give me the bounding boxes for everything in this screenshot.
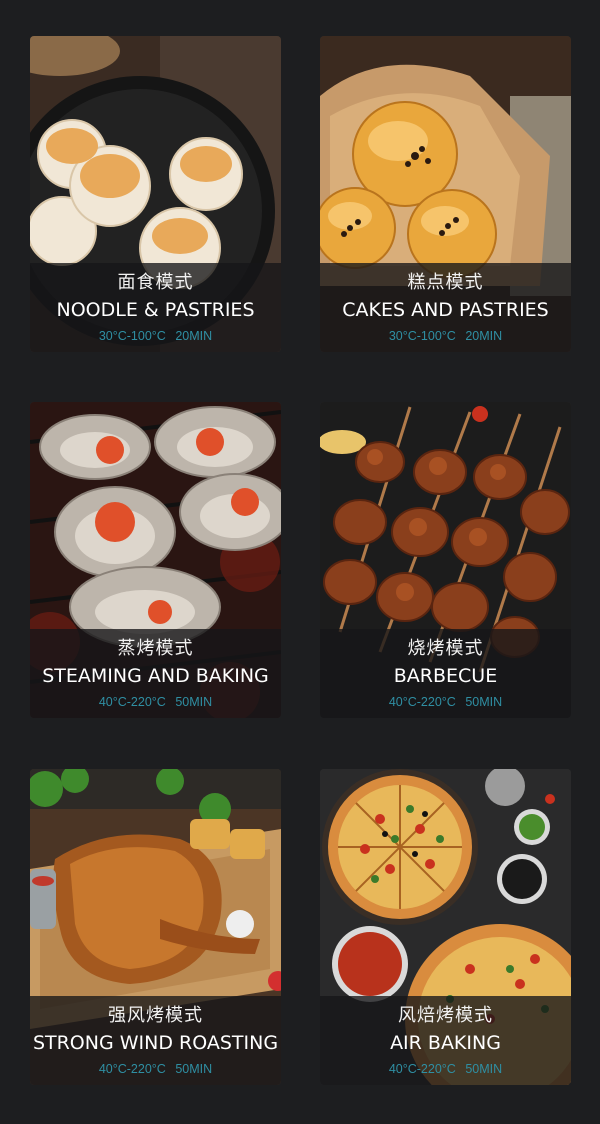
mode-time: 50MIN <box>175 1062 213 1076</box>
mode-name-cn: 烧烤模式 <box>407 638 484 659</box>
mode-card-roasting[interactable]: 强风烤模式 STRONG WIND ROASTING 40°C-220°C 50… <box>30 769 281 1085</box>
mode-spec: 30°C-100°C 20MIN <box>30 328 281 344</box>
mode-name-en: CAKES AND PASTRIES <box>342 299 549 321</box>
mode-time: 50MIN <box>465 1062 503 1076</box>
mode-caption: 糕点模式 CAKES AND PASTRIES 30°C-100°C 20MIN <box>320 263 571 352</box>
mode-name-en: AIR BAKING <box>390 1032 501 1054</box>
mode-time: 20MIN <box>465 329 503 343</box>
mode-caption: 烧烤模式 BARBECUE 40°C-220°C 50MIN <box>320 629 571 718</box>
mode-temperature: 30°C-100°C <box>388 329 456 343</box>
mode-name-cn: 强风烤模式 <box>108 1005 203 1026</box>
mode-temperature: 40°C-220°C <box>98 695 166 709</box>
mode-caption: 面食模式 NOODLE & PASTRIES 30°C-100°C 20MIN <box>30 263 281 352</box>
mode-temperature: 40°C-220°C <box>388 695 456 709</box>
mode-name-cn: 面食模式 <box>117 272 194 293</box>
mode-name-en: NOODLE & PASTRIES <box>56 299 255 321</box>
mode-caption: 蒸烤模式 STEAMING AND BAKING 40°C-220°C 50MI… <box>30 629 281 718</box>
mode-name-cn: 糕点模式 <box>407 272 484 293</box>
mode-card-cakes[interactable]: 糕点模式 CAKES AND PASTRIES 30°C-100°C 20MIN <box>320 36 571 352</box>
mode-card-airbaking[interactable]: 风焙烤模式 AIR BAKING 40°C-220°C 50MIN <box>320 769 571 1085</box>
mode-time: 50MIN <box>465 695 503 709</box>
mode-name-en: BARBECUE <box>393 665 498 687</box>
mode-spec: 40°C-220°C 50MIN <box>30 1061 281 1077</box>
mode-card-steaming[interactable]: 蒸烤模式 STEAMING AND BAKING 40°C-220°C 50MI… <box>30 402 281 718</box>
mode-temperature: 40°C-220°C <box>388 1062 456 1076</box>
mode-name-en: STRONG WIND ROASTING <box>32 1032 279 1054</box>
mode-temperature: 40°C-220°C <box>98 1062 166 1076</box>
mode-card-noodle[interactable]: 面食模式 NOODLE & PASTRIES 30°C-100°C 20MIN <box>30 36 281 352</box>
mode-name-cn: 风焙烤模式 <box>398 1005 493 1026</box>
mode-spec: 40°C-220°C 50MIN <box>320 1061 571 1077</box>
mode-caption: 强风烤模式 STRONG WIND ROASTING 40°C-220°C 50… <box>30 996 281 1085</box>
mode-spec: 30°C-100°C 20MIN <box>320 328 571 344</box>
mode-time: 50MIN <box>175 695 213 709</box>
mode-card-barbecue[interactable]: 烧烤模式 BARBECUE 40°C-220°C 50MIN <box>320 402 571 718</box>
mode-name-cn: 蒸烤模式 <box>117 638 194 659</box>
mode-time: 20MIN <box>175 329 213 343</box>
mode-spec: 40°C-220°C 50MIN <box>320 694 571 710</box>
mode-temperature: 30°C-100°C <box>98 329 166 343</box>
mode-spec: 40°C-220°C 50MIN <box>30 694 281 710</box>
mode-name-en: STEAMING AND BAKING <box>42 665 269 687</box>
mode-caption: 风焙烤模式 AIR BAKING 40°C-220°C 50MIN <box>320 996 571 1085</box>
